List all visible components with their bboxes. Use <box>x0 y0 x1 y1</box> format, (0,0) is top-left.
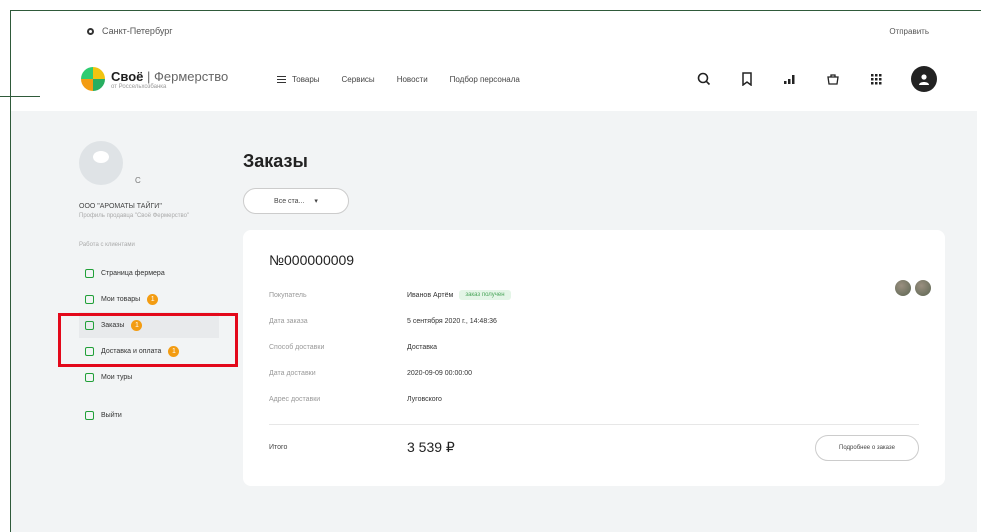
products-icon <box>85 294 94 304</box>
nav-services[interactable]: Сервисы <box>342 75 375 84</box>
status-filter-value: Все ста... <box>274 197 305 205</box>
row-value: 5 сентября 2020 г., 14:48:36 <box>407 317 497 325</box>
sidebar-item-label: Страница фермера <box>101 269 165 277</box>
logo-text: Своё | Фермерство от Россельхозбанка <box>111 69 228 90</box>
row-value: 2020-09-09 00:00:00 <box>407 369 472 377</box>
order-number: №000000009 <box>269 252 355 268</box>
order-row-address: Адрес доставки Луговского <box>269 386 919 412</box>
chevron-down-icon: ▾ <box>314 198 318 205</box>
sidebar-item-my-products[interactable]: Мои товары 1 <box>79 286 219 312</box>
app-window: Санкт-Петербург Отправить Своё | Фермерс… <box>10 10 977 532</box>
highlight-box <box>58 313 238 367</box>
row-value: Иванов Артём заказ получен <box>407 290 511 300</box>
basket-icon[interactable] <box>825 71 841 87</box>
grid-icon[interactable] <box>868 71 884 87</box>
logo-mark-icon <box>81 67 105 91</box>
farmer-page-icon <box>85 268 94 278</box>
location-pin-icon <box>87 27 94 35</box>
nav-products-label: Товары <box>292 74 320 84</box>
nav-news[interactable]: Новости <box>397 75 428 84</box>
order-row-customer: Покупатель Иванов Артём заказ получен <box>269 282 919 308</box>
tours-icon <box>85 372 94 382</box>
order-row-delivery-method: Способ доставки Доставка <box>269 334 919 360</box>
count-badge: 1 <box>147 293 159 305</box>
order-row-delivery-date: Дата доставки 2020-09-09 00:00:00 <box>269 360 919 386</box>
brand-subtitle: от Россельхозбанка <box>111 83 167 90</box>
divider <box>269 424 919 425</box>
logout-button[interactable]: Выйти <box>79 402 219 428</box>
sidebar-item-my-tours[interactable]: Мои туры <box>79 364 219 390</box>
order-details: Покупатель Иванов Артём заказ получен Да… <box>269 282 919 412</box>
frame-line <box>0 96 40 97</box>
main-content: Заказы Все ста... ▾ №000000009 Покупател… <box>243 151 945 486</box>
logo[interactable]: Своё | Фермерство от Россельхозбанка <box>81 67 277 91</box>
row-label: Дата заказа <box>269 317 308 325</box>
page-title: Заказы <box>243 151 308 171</box>
status-badge: заказ получен <box>459 290 511 300</box>
city-label: Санкт-Петербург <box>102 26 173 36</box>
avatar <box>915 280 931 296</box>
sidebar: С ООО "АРОМАТЫ ТАЙГИ" Профиль продавца "… <box>79 141 219 428</box>
brand-section: Фермерство <box>154 68 229 84</box>
sidebar-item-farmer-page[interactable]: Страница фермера <box>79 260 219 286</box>
company-avatar <box>79 141 123 185</box>
status-filter-dropdown[interactable]: Все ста... ▾ <box>243 188 349 214</box>
total-label: Итого <box>269 444 288 451</box>
sidebar-item-label: Мои туры <box>101 373 133 381</box>
brand-name: Своё <box>111 68 144 84</box>
menu-icon <box>277 75 286 83</box>
order-total: Итого 3 539 ₽ Подробнее о заказе <box>269 435 919 461</box>
order-row-date: Дата заказа 5 сентября 2020 г., 14:48:36 <box>269 308 919 334</box>
search-icon[interactable] <box>696 71 712 87</box>
row-value: Доставка <box>407 343 438 351</box>
topbar: Санкт-Петербург Отправить <box>11 11 977 51</box>
main-nav: Товары Сервисы Новости Подбор персонала <box>277 75 696 84</box>
logout-icon <box>85 410 94 420</box>
header-icons <box>696 66 937 92</box>
logout-label: Выйти <box>101 411 122 419</box>
row-label: Адрес доставки <box>269 395 321 403</box>
order-card: №000000009 Покупатель Иванов Артём заказ… <box>243 230 945 486</box>
nav-recruiting[interactable]: Подбор персонала <box>450 75 520 84</box>
row-value: Луговского <box>407 395 442 403</box>
nav-products[interactable]: Товары <box>277 75 320 84</box>
chart-icon[interactable] <box>782 71 798 87</box>
header: Своё | Фермерство от Россельхозбанка Тов… <box>11 57 977 101</box>
avatar-letter: С <box>135 176 141 185</box>
order-participants <box>895 280 931 296</box>
company-name: ООО "АРОМАТЫ ТАЙГИ" <box>79 203 162 210</box>
total-value: 3 539 ₽ <box>407 439 455 455</box>
sidebar-section-label: Работа с клиентами <box>79 242 135 249</box>
row-label: Покупатель <box>269 291 307 299</box>
company-subtitle: Профиль продавца "Своё Фермерство" <box>79 213 190 219</box>
bookmark-icon[interactable] <box>739 71 755 87</box>
city-selector[interactable]: Санкт-Петербург <box>87 26 173 36</box>
sidebar-item-label: Мои товары <box>101 295 141 303</box>
row-label: Дата доставки <box>269 369 316 377</box>
frame-line <box>697 10 981 11</box>
avatar <box>895 280 911 296</box>
brand-title: Своё | Фермерство <box>111 68 229 84</box>
user-icon[interactable] <box>911 66 937 92</box>
row-label: Способ доставки <box>269 343 325 351</box>
topbar-right-link[interactable]: Отправить <box>889 27 929 36</box>
order-details-button[interactable]: Подробнее о заказе <box>815 435 919 461</box>
customer-name: Иванов Артём <box>407 291 454 299</box>
